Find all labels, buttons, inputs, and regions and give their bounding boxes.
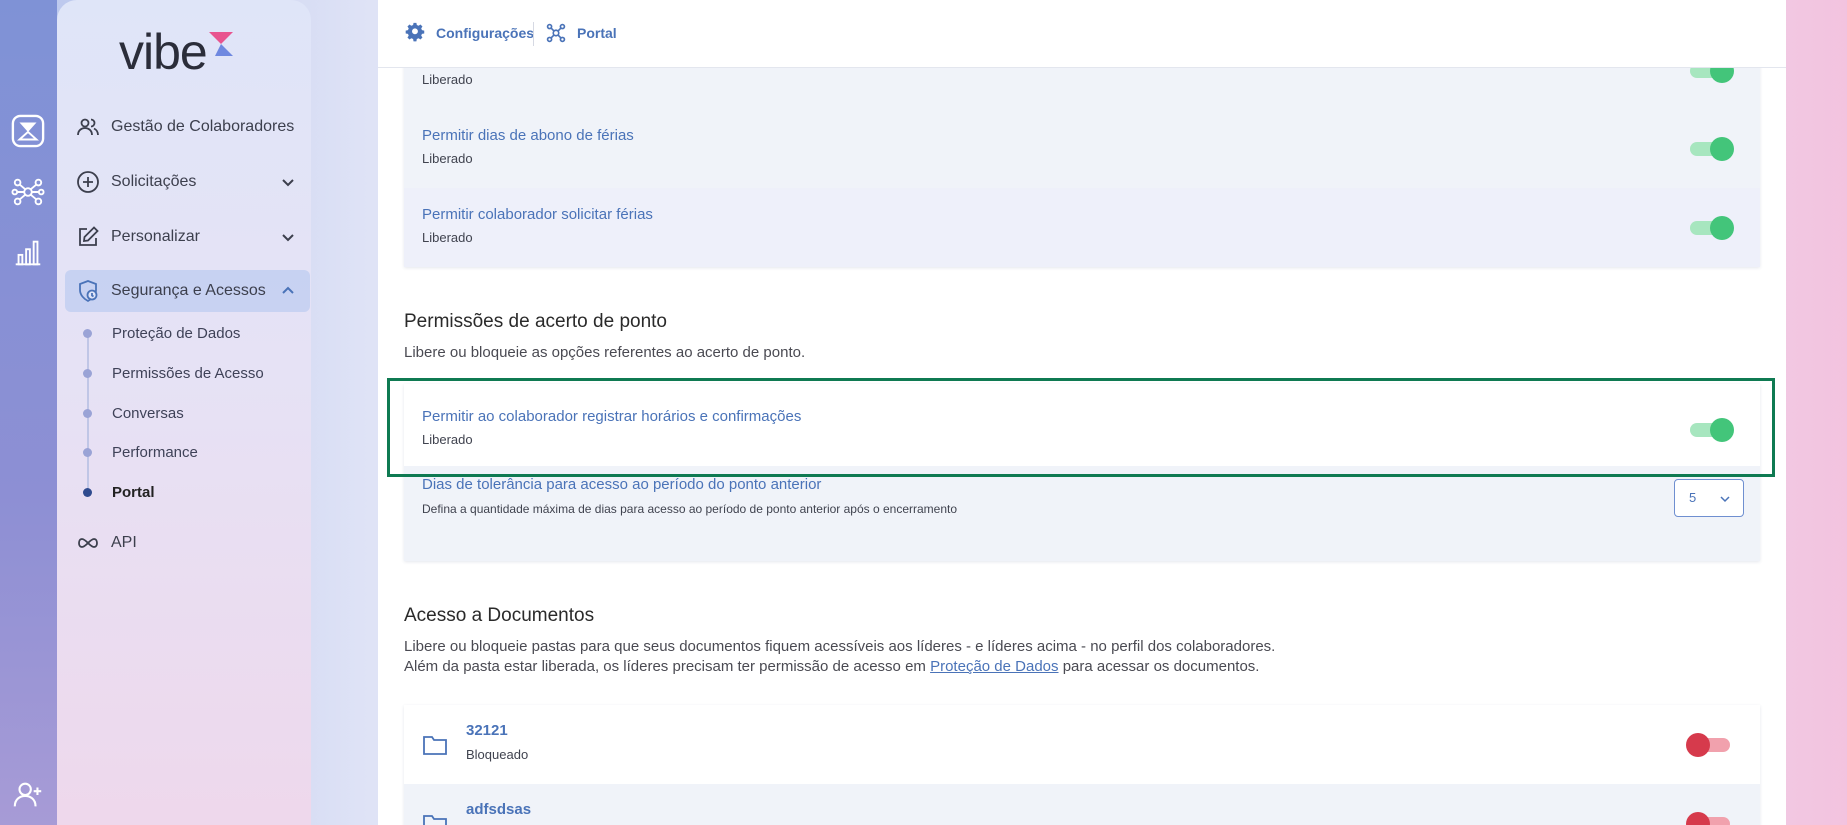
permission-title: Permitir ao colaborador registrar horári… <box>422 408 802 425</box>
subitem-label: Permissões de Acesso <box>112 364 264 382</box>
subitem-performance[interactable]: Performance <box>83 440 198 464</box>
description-line: Além da pasta estar liberada, os líderes… <box>404 657 1275 677</box>
permission-title: Permitir colaborador solicitar férias <box>422 206 653 223</box>
permission-row-dias-tolerancia: Dias de tolerância para acesso ao períod… <box>404 466 1760 561</box>
network-icon <box>546 23 566 43</box>
submenu-dot-active <box>83 487 92 497</box>
toggle-knob <box>1710 216 1734 240</box>
permission-row-solicitar-ferias: Permitir colaborador solicitar férias Li… <box>404 188 1760 267</box>
timeclock-permissions-card: Permitir ao colaborador registrar horári… <box>404 384 1760 561</box>
add-user-icon[interactable] <box>8 775 48 815</box>
select-value: 5 <box>1689 490 1697 505</box>
folder-icon <box>423 736 447 755</box>
plus-circle-icon <box>75 169 101 195</box>
breadcrumb-configuracoes[interactable]: Configurações <box>404 22 534 44</box>
breadcrumb-label: Portal <box>577 25 617 41</box>
sidebar-item-personalizar[interactable]: Personalizar <box>65 216 310 258</box>
breadcrumb-separator <box>533 22 534 46</box>
breadcrumb-portal[interactable]: Portal <box>545 22 617 44</box>
app-rail <box>0 0 57 825</box>
tolerance-days-select[interactable]: 5 <box>1674 479 1744 517</box>
documents-card: 32121 Bloqueado adfsdsas <box>404 705 1760 825</box>
permission-status: Liberado <box>422 151 473 166</box>
subitem-permissoes-acesso[interactable]: Permissões de Acesso <box>83 361 264 385</box>
gear-icon <box>405 22 425 42</box>
submenu-dot <box>83 328 92 338</box>
sidebar-item-seguranca-acessos[interactable]: Segurança e Acessos <box>65 270 310 312</box>
sidebar-item-gestao-colaboradores[interactable]: Gestão de Colaboradores <box>65 106 310 148</box>
sidebar-item-label: Segurança e Acessos <box>111 282 266 299</box>
folder-icon <box>423 815 447 825</box>
description-text: Além da pasta estar liberada, os líderes… <box>404 658 926 675</box>
sidebar: vibe Gestão de Colaboradores Solicitaçõe… <box>57 0 311 825</box>
subitem-label: Proteção de Dados <box>112 324 241 342</box>
submenu-dot <box>83 447 92 457</box>
subitem-label: Portal <box>112 483 155 501</box>
sidebar-item-label: Solicitações <box>111 173 197 190</box>
people-icon <box>75 114 101 140</box>
subitem-label: Conversas <box>112 404 184 422</box>
section-title: Acesso a Documentos <box>404 605 595 626</box>
main-content: Configurações Portal Liberado Permitir d… <box>378 0 1786 825</box>
logo-text: vibe <box>119 24 208 80</box>
section-title: Permissões de acerto de ponto <box>404 311 667 332</box>
sidebar-item-label: Gestão de Colaboradores <box>111 118 295 135</box>
permission-status: Liberado <box>422 230 473 245</box>
submenu-dot <box>83 368 92 378</box>
hourglass-icon[interactable] <box>8 111 48 151</box>
chevron-down-icon[interactable] <box>280 229 296 245</box>
chevron-down-icon <box>1720 496 1730 503</box>
permission-toggle[interactable] <box>1690 137 1734 161</box>
permission-status: Liberado <box>422 72 473 87</box>
bar-chart-icon[interactable] <box>8 233 48 273</box>
subitem-label: Performance <box>112 443 198 461</box>
description-line: Libere ou bloqueie pastas para que seus … <box>404 638 1276 655</box>
breadcrumb-label: Configurações <box>436 25 535 41</box>
folder-name: 32121 <box>466 722 508 739</box>
sidebar-item-label: Personalizar <box>111 228 200 245</box>
toggle-knob <box>1686 812 1710 825</box>
subitem-conversas[interactable]: Conversas <box>83 401 184 425</box>
folder-status: Bloqueado <box>466 747 529 762</box>
shield-lock-icon <box>75 278 101 304</box>
subitem-protecao-dados[interactable]: Proteção de Dados <box>83 321 240 345</box>
sidebar-item-label: API <box>111 534 137 551</box>
edit-icon <box>75 224 101 250</box>
folder-name: adfsdsas <box>466 801 532 818</box>
section-description: Libere ou bloqueie pastas para que seus … <box>404 637 1275 677</box>
permission-title: Permitir dias de abono de férias <box>422 127 634 144</box>
toggle-knob <box>1710 418 1734 442</box>
permission-row-abono-ferias: Permitir dias de abono de férias Liberad… <box>404 109 1760 188</box>
subitem-portal[interactable]: Portal <box>83 480 155 504</box>
toggle-knob <box>1686 733 1710 757</box>
network-icon[interactable] <box>8 172 48 212</box>
toggle-knob <box>1710 137 1734 161</box>
folder-row: 32121 Bloqueado <box>404 705 1760 784</box>
permission-title: Dias de tolerância para acesso ao períod… <box>422 476 822 493</box>
section-description: Libere ou bloqueie as opções referentes … <box>404 344 806 361</box>
sidebar-item-api[interactable]: API <box>65 522 310 564</box>
chevron-up-icon[interactable] <box>280 283 296 299</box>
permission-toggle[interactable] <box>1690 216 1734 240</box>
breadcrumb: Configurações Portal <box>378 0 1786 68</box>
permission-row-registrar-horarios: Permitir ao colaborador registrar horári… <box>404 384 1760 466</box>
folder-toggle[interactable] <box>1686 812 1730 825</box>
description-text: para acessar os documentos. <box>1062 658 1260 675</box>
sidebar-item-solicitacoes[interactable]: Solicitações <box>65 161 310 203</box>
permission-description: Defina a quantidade máxima de dias para … <box>422 502 958 516</box>
permission-status: Liberado <box>422 432 473 447</box>
folder-row: adfsdsas <box>404 784 1760 825</box>
submenu-dot <box>83 408 92 418</box>
chevron-down-icon[interactable] <box>280 174 296 190</box>
permission-toggle[interactable] <box>1690 418 1734 442</box>
logo-mark-icon <box>209 32 233 56</box>
vibe-logo[interactable]: vibe <box>119 26 249 78</box>
infinity-icon <box>75 530 101 556</box>
protecao-dados-link[interactable]: Proteção de Dados <box>930 658 1058 675</box>
folder-toggle[interactable] <box>1686 733 1730 757</box>
